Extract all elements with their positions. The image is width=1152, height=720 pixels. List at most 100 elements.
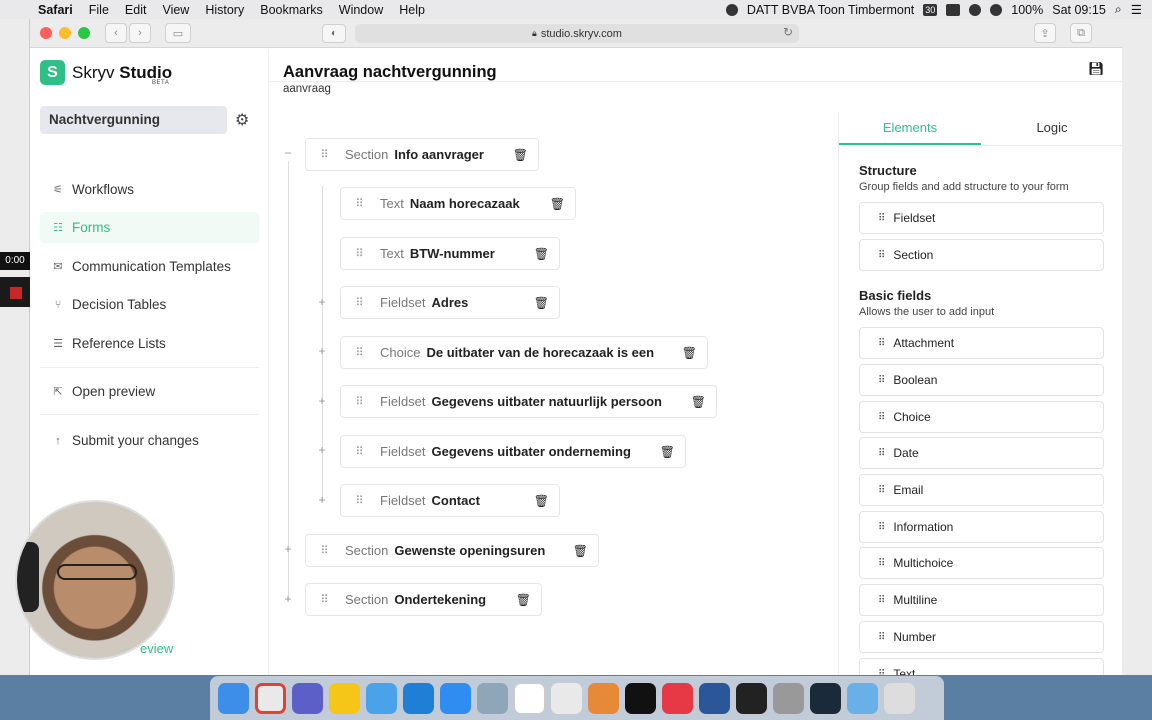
drag-handle-icon[interactable]: ⠿ [353, 198, 365, 209]
drag-handle-icon[interactable]: ⠿ [353, 495, 365, 506]
menu-edit[interactable]: Edit [117, 3, 155, 17]
skryv-logo[interactable]: S Skryv Studio BETA [40, 60, 172, 86]
nav-open-preview[interactable]: ⇱ Open preview [40, 376, 259, 407]
element-multiline[interactable]: ⠿ Multiline [859, 584, 1104, 616]
element-email[interactable]: ⠿ Email [859, 474, 1104, 506]
drag-handle-icon[interactable]: ⠿ [353, 396, 365, 407]
menu-history[interactable]: History [197, 3, 252, 17]
expand-toggle[interactable]: + [317, 493, 327, 507]
form-node-fieldset[interactable]: ⠿ Fieldset Contact 🗑︎ [340, 484, 560, 517]
spotify-icon[interactable] [969, 3, 982, 16]
status-text[interactable]: DATT BVBA Toon Timbermont [747, 3, 914, 17]
form-node-text[interactable]: ⠿ Text Naam horecazaak 🗑︎ [340, 187, 576, 220]
address-bar[interactable]: 🔒︎ studio.skryv.com ↻ [355, 24, 799, 43]
chrome-icon[interactable] [255, 682, 286, 714]
search-icon[interactable]: ⌕ [1115, 2, 1122, 17]
menu-bookmarks[interactable]: Bookmarks [252, 3, 331, 17]
expand-toggle[interactable]: + [283, 542, 293, 556]
menu-file[interactable]: File [81, 3, 117, 17]
trash-icon[interactable]: 🗑︎ [534, 247, 549, 261]
save-icon[interactable]: 💾︎ [1088, 61, 1105, 77]
minimize-window-icon[interactable] [59, 27, 71, 39]
trash-icon[interactable]: 🗑︎ [691, 395, 706, 409]
form-node-fieldset[interactable]: ⠿ Fieldset Adres 🗑︎ [340, 286, 560, 319]
element-information[interactable]: ⠿ Information [859, 511, 1104, 543]
expand-toggle[interactable]: + [283, 592, 293, 606]
back-icon[interactable]: ‹ [105, 23, 127, 43]
app-icon[interactable] [662, 682, 693, 714]
form-node-section[interactable]: ⠿ Section Info aanvrager 🗑︎ [305, 138, 539, 171]
nav-reference-lists[interactable]: ☰ Reference Lists [40, 328, 259, 359]
control-center-icon[interactable]: ☰ [1131, 2, 1142, 17]
element-date[interactable]: ⠿ Date [859, 437, 1104, 469]
trash-icon[interactable]: 🗑︎ [573, 544, 588, 558]
safari-icon[interactable] [440, 682, 471, 714]
expand-toggle[interactable]: + [317, 295, 327, 309]
app-icon[interactable] [810, 682, 841, 714]
trash-icon[interactable]: 🗑︎ [534, 494, 549, 508]
keychain-icon[interactable] [588, 682, 619, 714]
clock-text[interactable]: Sat 09:15 [1052, 3, 1106, 17]
form-node-section[interactable]: ⠿ Section Gewenste openingsuren 🗑︎ [305, 534, 599, 567]
trash-icon[interactable] [884, 682, 915, 714]
nav-decision-tables[interactable]: ⑂ Decision Tables [40, 289, 259, 320]
calendar-icon[interactable] [514, 682, 545, 714]
trash-icon[interactable]: 🗑︎ [513, 148, 528, 162]
preview-link-ghost[interactable]: eview [140, 641, 173, 656]
element-number[interactable]: ⠿ Number [859, 621, 1104, 653]
wifi-icon[interactable] [990, 3, 1003, 16]
gear-icon[interactable]: ⚙ [235, 110, 249, 130]
element-fieldset[interactable]: ⠿ Fieldset [859, 202, 1104, 234]
battery-text[interactable]: 100% [1011, 3, 1043, 17]
tool-icon[interactable] [946, 3, 961, 16]
menu-safari[interactable]: Safari [30, 3, 81, 17]
element-text[interactable]: ⠿ Text [859, 658, 1104, 675]
nav-communication-templates[interactable]: ✉ Communication Templates [40, 251, 259, 282]
menu-view[interactable]: View [154, 3, 197, 17]
utility-icon[interactable] [773, 682, 804, 714]
tab-logic[interactable]: Logic [981, 112, 1122, 145]
sidebar-toggle-icon[interactable]: ▭ [165, 23, 191, 43]
forward-icon[interactable]: › [129, 23, 151, 43]
tab-elements[interactable]: Elements [839, 112, 981, 145]
drag-handle-icon[interactable]: ⠿ [318, 594, 330, 605]
slack-icon[interactable] [551, 682, 582, 714]
drag-handle-icon[interactable]: ⠿ [353, 297, 365, 308]
project-selector[interactable]: Nachtvergunning [40, 106, 227, 134]
element-boolean[interactable]: ⠿ Boolean [859, 364, 1104, 396]
share-icon[interactable]: ⇪ [1034, 23, 1056, 43]
privacy-shield-icon[interactable]: ◐ [322, 24, 346, 43]
expand-toggle[interactable]: + [317, 344, 327, 358]
element-attachment[interactable]: ⠿ Attachment [859, 327, 1104, 359]
terminal-icon[interactable] [625, 682, 656, 714]
preview-icon[interactable] [477, 682, 508, 714]
trash-icon[interactable]: 🗑︎ [682, 346, 697, 360]
calendar-icon[interactable]: 30 [923, 3, 938, 16]
finder-icon[interactable] [218, 682, 249, 714]
menu-window[interactable]: Window [331, 3, 391, 17]
drag-handle-icon[interactable]: ⠿ [318, 545, 330, 556]
expand-toggle[interactable]: + [317, 394, 327, 408]
expand-toggle[interactable]: + [317, 443, 327, 457]
form-node-fieldset[interactable]: ⠿ Fieldset Gegevens uitbater onderneming… [340, 435, 686, 468]
trash-icon[interactable]: 🗑︎ [550, 197, 565, 211]
element-multichoice[interactable]: ⠿ Multichoice [859, 547, 1104, 579]
app-icon[interactable] [366, 682, 397, 714]
nav-forms[interactable]: ☷ Forms [40, 212, 259, 243]
menu-help[interactable]: Help [391, 3, 433, 17]
miro-icon[interactable] [329, 682, 360, 714]
powershell-icon[interactable] [736, 682, 767, 714]
element-section[interactable]: ⠿ Section [859, 239, 1104, 271]
element-choice[interactable]: ⠿ Choice [859, 401, 1104, 433]
zoom-window-icon[interactable] [78, 27, 90, 39]
vscode-icon[interactable] [403, 682, 434, 714]
drag-handle-icon[interactable]: ⠿ [353, 347, 365, 358]
drag-handle-icon[interactable]: ⠿ [353, 446, 365, 457]
close-window-icon[interactable] [40, 27, 52, 39]
record-button[interactable] [0, 277, 30, 307]
teams-icon[interactable] [292, 682, 323, 714]
drag-handle-icon[interactable]: ⠿ [318, 149, 330, 160]
form-node-section[interactable]: ⠿ Section Ondertekening 🗑︎ [305, 583, 542, 616]
trash-icon[interactable]: 🗑︎ [534, 296, 549, 310]
nav-submit-changes[interactable]: ↑ Submit your changes [40, 425, 259, 456]
